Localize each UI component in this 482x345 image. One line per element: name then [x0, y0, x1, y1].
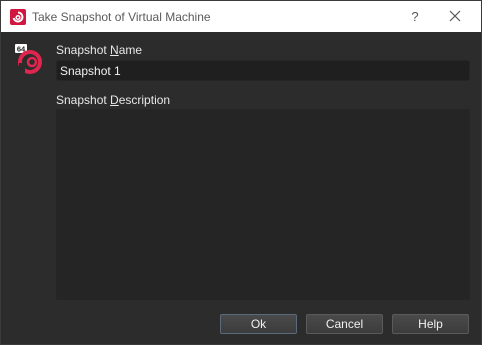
snapshot-dialog: Take Snapshot of Virtual Machine ? 64 Sn…	[0, 0, 482, 345]
virtualbox-icon	[10, 9, 26, 25]
label-text: ame	[118, 43, 143, 57]
close-icon[interactable]	[447, 8, 463, 24]
accelerator-key: D	[110, 93, 119, 107]
vm-os-icon: 64	[15, 44, 42, 74]
accelerator-key: N	[110, 43, 119, 57]
snapshot-name-input[interactable]	[56, 60, 470, 81]
cancel-button[interactable]: Cancel	[306, 314, 383, 334]
label-text: Snapshot	[56, 43, 111, 57]
ok-button[interactable]: Ok	[220, 314, 297, 334]
snapshot-description-textarea[interactable]	[56, 109, 470, 300]
help-title-button[interactable]: ?	[404, 1, 426, 32]
title-bar[interactable]: Take Snapshot of Virtual Machine ?	[1, 1, 481, 32]
snapshot-description-label: Snapshot Description	[56, 93, 170, 107]
label-text: Snapshot	[56, 93, 111, 107]
label-text: escription	[118, 93, 171, 107]
window-title: Take Snapshot of Virtual Machine	[32, 10, 211, 24]
help-button[interactable]: Help	[392, 314, 469, 334]
snapshot-name-label: Snapshot Name	[56, 43, 142, 57]
